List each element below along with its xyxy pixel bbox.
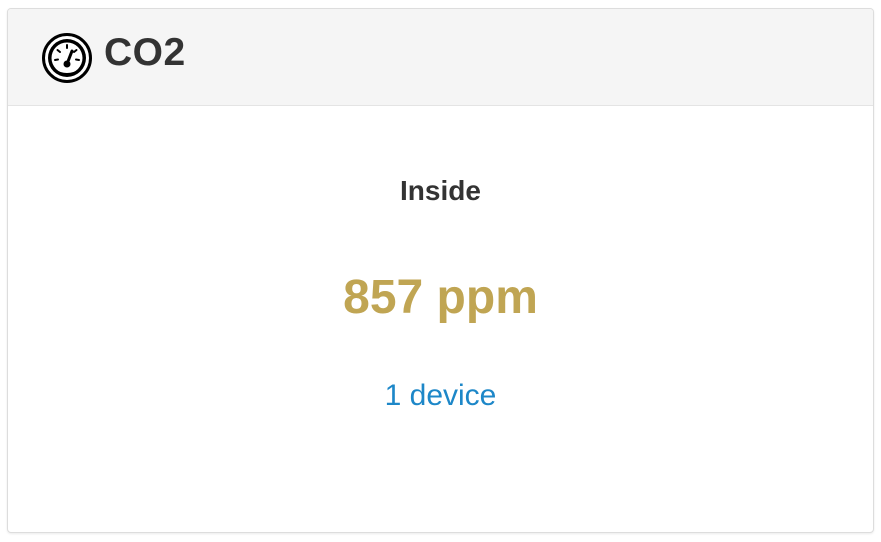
device-count-link[interactable]: 1 device bbox=[8, 378, 873, 414]
gauge-icon bbox=[42, 33, 92, 83]
co2-reading: 857 ppm bbox=[343, 271, 538, 324]
card-body: Inside 857 ppm 1 device bbox=[8, 106, 873, 532]
card-header: CO2 bbox=[8, 9, 873, 106]
co2-card: CO2 Inside 857 ppm 1 device bbox=[7, 8, 874, 533]
card-title: CO2 bbox=[104, 31, 186, 74]
location-label: Inside bbox=[400, 175, 481, 206]
